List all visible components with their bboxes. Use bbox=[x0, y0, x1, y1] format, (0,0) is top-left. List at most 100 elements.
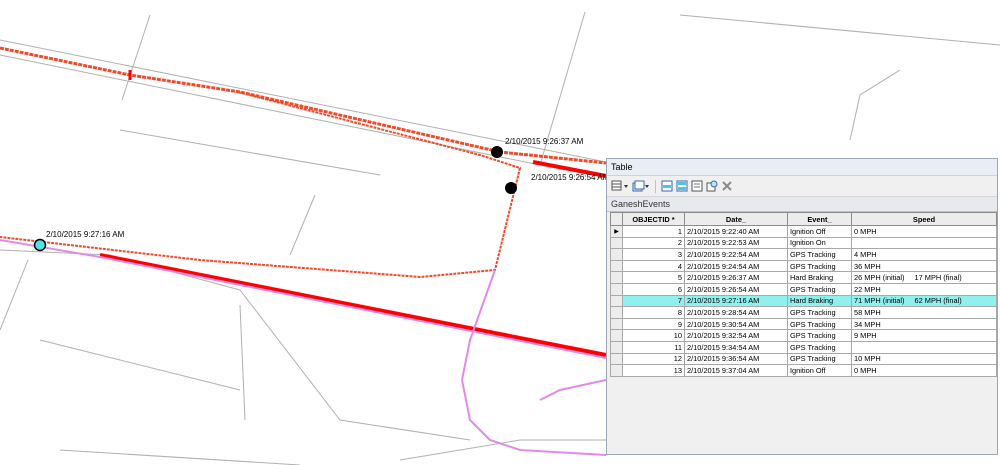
cell-objectid: 8 bbox=[622, 306, 685, 319]
speed-value: 4 MPH bbox=[854, 249, 877, 259]
table-row[interactable]: 3 2/10/2015 9:22:54 AM GPS Tracking 4 MPH bbox=[610, 248, 997, 261]
column-header-objectid[interactable]: OBJECTID * bbox=[622, 212, 685, 226]
table-header-row: OBJECTID * Date_ Event_ Speed bbox=[610, 212, 997, 226]
cell-date: 2/10/2015 9:32:54 AM bbox=[684, 329, 788, 342]
row-selector[interactable] bbox=[610, 340, 623, 354]
cell-speed: 0 MPH bbox=[851, 225, 997, 238]
street-line bbox=[679, 14, 1000, 46]
table-row[interactable]: 2 2/10/2015 9:22:53 AM Ignition On bbox=[610, 236, 997, 250]
table-toolbar bbox=[607, 176, 997, 197]
cell-objectid: 4 bbox=[622, 259, 685, 273]
delete-selected-icon[interactable] bbox=[721, 179, 733, 193]
related-tables-icon[interactable] bbox=[632, 179, 650, 193]
street-line bbox=[399, 439, 606, 461]
table-row[interactable]: 12 2/10/2015 9:36:54 AM GPS Tracking 10 MPH bbox=[610, 352, 997, 366]
current-row-arrow-icon: ▶ bbox=[614, 228, 619, 235]
route-segment-highlight bbox=[99, 253, 607, 357]
attribute-table-window[interactable]: Table GaneshEvents OBJECTID * Date_ Even… bbox=[606, 158, 998, 455]
row-selector[interactable] bbox=[610, 317, 623, 331]
cell-speed: 58 MPH bbox=[851, 306, 997, 319]
column-header-event[interactable]: Event_ bbox=[787, 212, 852, 226]
row-selector[interactable] bbox=[610, 329, 623, 342]
row-selector[interactable] bbox=[610, 352, 623, 366]
column-header-speed[interactable]: Speed bbox=[851, 212, 997, 226]
row-selector[interactable] bbox=[610, 364, 623, 377]
street-line bbox=[289, 194, 316, 256]
cell-date: 2/10/2015 9:27:16 AM bbox=[684, 294, 788, 308]
toolbar-separator bbox=[655, 179, 656, 193]
row-selector[interactable] bbox=[610, 236, 623, 250]
table-row[interactable]: 7 2/10/2015 9:27:16 AM Hard Braking 71 MPH … bbox=[610, 294, 997, 308]
table-row[interactable]: 4 2/10/2015 9:24:54 AM GPS Tracking 36 MPH bbox=[610, 259, 997, 273]
table-row[interactable]: ▶ 1 2/10/2015 9:22:40 AM Ignition Off 0 MPH bbox=[610, 225, 997, 238]
event-point bbox=[491, 146, 503, 158]
row-selector[interactable] bbox=[610, 294, 623, 308]
speed-value: 34 MPH bbox=[854, 319, 881, 329]
table-row[interactable]: 13 2/10/2015 9:37:04 AM Ignition Off 0 MPH bbox=[610, 364, 997, 377]
table-row[interactable]: 10 2/10/2015 9:32:54 AM GPS Tracking 9 MPH bbox=[610, 329, 997, 342]
speed-value: 58 MPH bbox=[854, 307, 881, 317]
cell-speed: 26 MPH (initial) 17 MPH (final) bbox=[851, 271, 997, 284]
cell-objectid: 2 bbox=[622, 236, 685, 250]
cell-event: GPS Tracking bbox=[787, 340, 852, 354]
cell-date: 2/10/2015 9:26:37 AM bbox=[684, 271, 788, 284]
table-options-icon[interactable] bbox=[611, 179, 629, 193]
cell-event: Ignition Off bbox=[787, 225, 852, 238]
speed-value: 0 MPH bbox=[854, 226, 877, 236]
selected-event-point bbox=[33, 238, 47, 252]
cell-event: GPS Tracking bbox=[787, 259, 852, 273]
table-row[interactable]: 5 2/10/2015 9:26:37 AM Hard Braking 26 MPH … bbox=[610, 271, 997, 284]
cell-event: GPS Tracking bbox=[787, 317, 852, 331]
cell-event: Ignition On bbox=[787, 236, 852, 250]
zoom-to-selected-icon[interactable] bbox=[706, 179, 718, 193]
table-row[interactable]: 11 2/10/2015 9:34:54 AM GPS Tracking bbox=[610, 340, 997, 354]
select-by-attributes-icon[interactable] bbox=[661, 179, 673, 193]
cell-event: GPS Tracking bbox=[787, 306, 852, 319]
row-selector-header[interactable] bbox=[610, 212, 623, 226]
street-line bbox=[119, 129, 381, 176]
cell-event: GPS Tracking bbox=[787, 329, 852, 342]
row-selector[interactable] bbox=[610, 259, 623, 273]
row-selector[interactable] bbox=[610, 271, 623, 284]
speed-value: 0 MPH bbox=[854, 365, 877, 375]
attribute-table: OBJECTID * Date_ Event_ Speed ▶ 1 2/10/201… bbox=[610, 212, 997, 377]
window-title: Table bbox=[607, 159, 997, 176]
speed-value: 9 MPH bbox=[854, 331, 877, 341]
pink-route bbox=[460, 269, 607, 456]
speed-value: 71 MPH (initial) bbox=[854, 296, 905, 306]
row-selector[interactable] bbox=[610, 282, 623, 296]
table-row[interactable]: 8 2/10/2015 9:28:54 AM GPS Tracking 58 MPH bbox=[610, 306, 997, 319]
cell-event: GPS Tracking bbox=[787, 352, 852, 366]
speed-value: 26 MPH (initial) bbox=[854, 273, 905, 283]
row-selector[interactable] bbox=[610, 306, 623, 319]
cell-date: 2/10/2015 9:22:40 AM bbox=[684, 225, 788, 238]
speed-final-value: 17 MPH (final) bbox=[914, 273, 962, 283]
speed-value: 10 MPH bbox=[854, 354, 881, 364]
cell-event: GPS Tracking bbox=[787, 282, 852, 296]
street-line bbox=[39, 339, 241, 391]
cell-event: Hard Braking bbox=[787, 294, 852, 308]
cell-speed bbox=[851, 236, 997, 250]
cell-objectid: 11 bbox=[622, 340, 685, 354]
cell-speed bbox=[851, 340, 997, 354]
cell-speed: 0 MPH bbox=[851, 364, 997, 377]
table-row[interactable]: 6 2/10/2015 9:26:54 AM GPS Tracking 22 MPH bbox=[610, 282, 997, 296]
table-row[interactable]: 9 2/10/2015 9:30:54 AM GPS Tracking 34 MPH bbox=[610, 317, 997, 331]
cell-date: 2/10/2015 9:26:54 AM bbox=[684, 282, 788, 296]
cell-speed: 9 MPH bbox=[851, 329, 997, 342]
row-selector[interactable]: ▶ bbox=[610, 225, 623, 238]
pink-route bbox=[539, 379, 607, 401]
clear-selection-icon[interactable] bbox=[691, 179, 703, 193]
cell-speed: 22 MPH bbox=[851, 282, 997, 296]
cell-objectid: 3 bbox=[622, 248, 685, 261]
cell-objectid: 13 bbox=[622, 364, 685, 377]
pink-route bbox=[0, 239, 607, 359]
column-header-date[interactable]: Date_ bbox=[684, 212, 788, 226]
row-selector[interactable] bbox=[610, 248, 623, 261]
street-line bbox=[0, 259, 29, 331]
table-tab-name[interactable]: GaneshEvents bbox=[607, 197, 997, 212]
switch-selection-icon[interactable] bbox=[676, 179, 688, 193]
cell-date: 2/10/2015 9:28:54 AM bbox=[684, 306, 788, 319]
cell-speed: 71 MPH (initial) 62 MPH (final) bbox=[851, 294, 997, 308]
speed-final-value: 62 MPH (final) bbox=[914, 296, 962, 306]
